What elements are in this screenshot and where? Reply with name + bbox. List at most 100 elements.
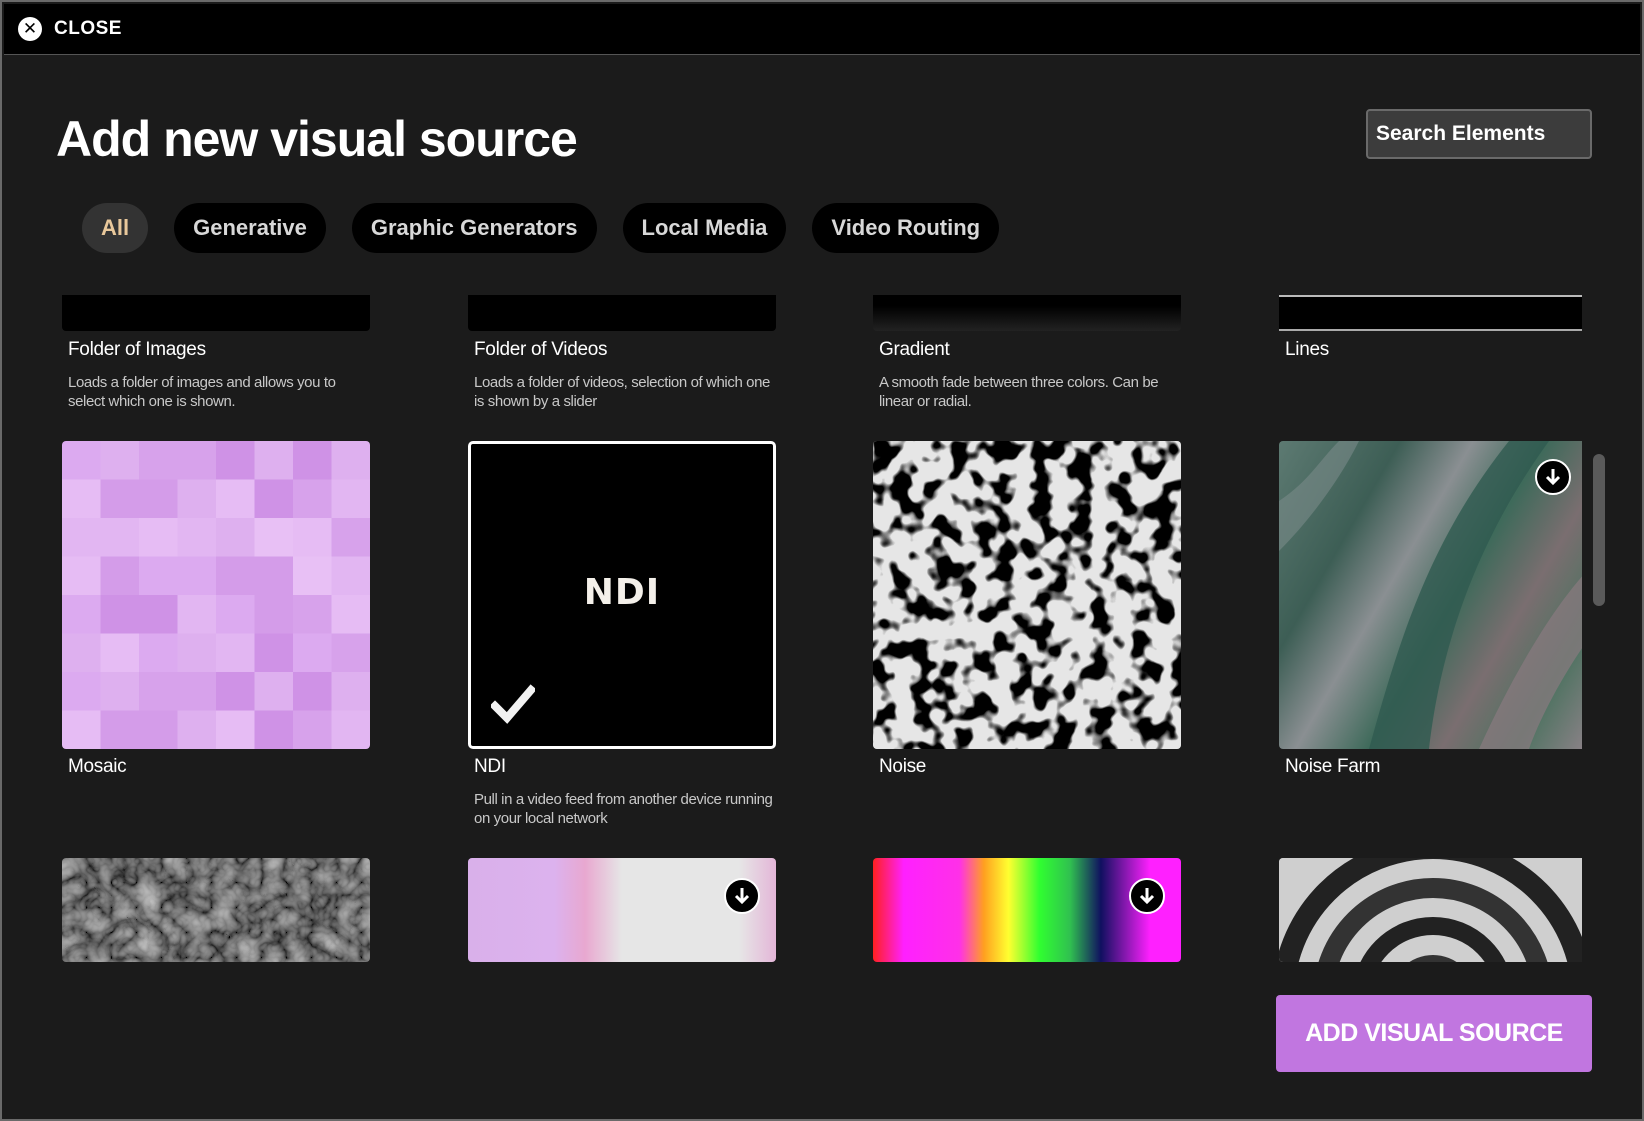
mosaic-tile	[177, 556, 217, 596]
mosaic-tile	[177, 710, 217, 749]
mosaic-tile	[177, 595, 217, 635]
tab-graphic-generators[interactable]: Graphic Generators	[351, 203, 597, 253]
mosaic-tile	[62, 710, 102, 749]
ndi-logo: NDI	[583, 572, 661, 613]
dark-texture-pattern	[62, 858, 370, 962]
mosaic-tile	[139, 710, 179, 749]
folder-of-videos-thumbnail	[468, 295, 776, 331]
card-title: Gradient	[879, 339, 950, 360]
download-icon[interactable]	[1535, 459, 1571, 495]
mosaic-tile	[100, 479, 140, 519]
close-label: CLOSE	[54, 18, 122, 39]
card-row3-1[interactable]	[62, 858, 370, 962]
mosaic-tile	[139, 556, 179, 596]
close-button[interactable]: ✕ CLOSE	[18, 17, 122, 41]
gradient-thumbnail	[873, 295, 1181, 331]
mosaic-tile	[177, 441, 217, 481]
tab-all[interactable]: All	[82, 203, 149, 253]
ndi-thumbnail: NDI	[468, 441, 776, 749]
mosaic-tile	[100, 518, 140, 558]
titlebar: ✕ CLOSE	[4, 4, 1640, 55]
mosaic-tile	[293, 633, 333, 673]
mosaic-tile	[293, 672, 333, 712]
mosaic-tile	[100, 633, 140, 673]
card-mosaic[interactable]: Mosaic	[62, 441, 370, 801]
card-noise-farm[interactable]: Noise Farm	[1279, 441, 1582, 801]
mosaic-tile	[62, 556, 102, 596]
scrollbar[interactable]	[1593, 454, 1605, 606]
dark-texture-thumbnail	[62, 858, 370, 962]
card-ndi[interactable]: NDI NDI Pull in a video feed from anothe…	[468, 441, 776, 841]
mosaic-tile	[100, 556, 140, 596]
mosaic-pattern	[62, 441, 370, 749]
tab-video-routing[interactable]: Video Routing	[812, 203, 1000, 253]
card-lines[interactable]: Lines	[1279, 295, 1582, 415]
mosaic-tile	[62, 595, 102, 635]
mosaic-tile	[331, 710, 370, 749]
card-gradient[interactable]: Gradient A smooth fade between three col…	[873, 295, 1181, 415]
tab-generative[interactable]: Generative	[174, 203, 326, 253]
ripple-thumbnail	[1279, 858, 1582, 962]
download-icon[interactable]	[724, 878, 760, 914]
mosaic-tile	[254, 556, 294, 596]
mosaic-tile	[254, 479, 294, 519]
card-noise[interactable]: Noise	[873, 441, 1181, 801]
mosaic-tile	[254, 672, 294, 712]
card-folder-of-images[interactable]: Folder of Images Loads a folder of image…	[62, 295, 370, 415]
card-title: Mosaic	[68, 756, 127, 777]
checkmark-icon	[491, 684, 535, 724]
lines-thumbnail	[1279, 295, 1582, 331]
category-tabs: All Generative Graphic Generators Local …	[82, 203, 1025, 253]
card-description: Pull in a video feed from another device…	[474, 791, 773, 827]
mosaic-tile	[139, 595, 179, 635]
mosaic-tile	[177, 672, 217, 712]
mosaic-tile	[100, 710, 140, 749]
search-input[interactable]	[1366, 109, 1592, 159]
mosaic-tile	[293, 479, 333, 519]
pastel-gradient-thumbnail	[468, 858, 776, 962]
card-row3-4[interactable]	[1279, 858, 1582, 962]
mosaic-tile	[293, 710, 333, 749]
card-row3-3[interactable]	[873, 858, 1181, 962]
mosaic-tile	[293, 556, 333, 596]
card-description: A smooth fade between three colors. Can …	[879, 374, 1159, 410]
mosaic-tile	[293, 441, 333, 481]
mosaic-tile	[62, 672, 102, 712]
noise-thumbnail	[873, 441, 1181, 749]
mosaic-tile	[62, 479, 102, 519]
mosaic-tile	[331, 633, 370, 673]
source-grid: Folder of Images Loads a folder of image…	[2, 295, 1582, 962]
add-visual-source-button[interactable]: ADD VISUAL SOURCE	[1276, 995, 1592, 1072]
mosaic-tile	[177, 479, 217, 519]
card-title: Lines	[1285, 339, 1329, 360]
card-row3-2[interactable]	[468, 858, 776, 962]
noise-pattern	[873, 441, 1181, 749]
ripple-pattern	[1279, 858, 1582, 962]
card-description: Loads a folder of videos, selection of w…	[474, 374, 770, 410]
card-title: NDI	[474, 756, 506, 777]
add-source-dialog: ✕ CLOSE Add new visual source All Genera…	[0, 0, 1644, 1121]
mosaic-tile	[331, 556, 370, 596]
card-folder-of-videos[interactable]: Folder of Videos Loads a folder of video…	[468, 295, 776, 415]
mosaic-tile	[331, 479, 370, 519]
mosaic-tile	[216, 672, 256, 712]
close-icon: ✕	[18, 17, 42, 41]
mosaic-tile	[331, 595, 370, 635]
noise-farm-pattern	[1279, 441, 1582, 749]
page-title: Add new visual source	[56, 111, 578, 167]
mosaic-tile	[254, 633, 294, 673]
mosaic-tile	[331, 518, 370, 558]
download-icon[interactable]	[1129, 878, 1165, 914]
mosaic-tile	[177, 633, 217, 673]
mosaic-tile	[216, 556, 256, 596]
mosaic-tile	[100, 595, 140, 635]
card-title: Folder of Images	[68, 339, 206, 360]
mosaic-tile	[254, 518, 294, 558]
mosaic-tile	[216, 633, 256, 673]
mosaic-tile	[216, 441, 256, 481]
mosaic-tile	[62, 441, 102, 481]
mosaic-tile	[177, 518, 217, 558]
rainbow-thumbnail	[873, 858, 1181, 962]
tab-local-media[interactable]: Local Media	[622, 203, 787, 253]
mosaic-tile	[139, 633, 179, 673]
